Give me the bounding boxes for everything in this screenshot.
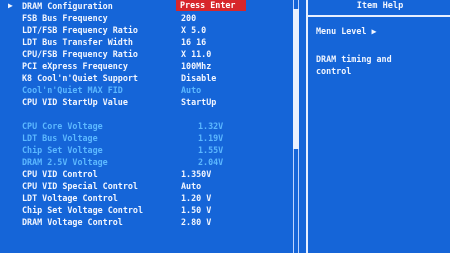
setting-label: Chip Set Voltage Control (22, 205, 144, 215)
setting-label: DRAM Configuration (22, 1, 113, 11)
setting-value[interactable]: 2.80 V (181, 216, 211, 228)
settings-list: ▶ DRAM Configuration Press Enter FSB Bus… (0, 0, 296, 253)
scrollbar-thumb[interactable] (293, 9, 299, 149)
readout-label: DRAM 2.5V Voltage (22, 157, 108, 167)
setting-value[interactable]: Auto (181, 180, 201, 192)
setting-label: Cool'n'Quiet MAX FID (22, 85, 123, 95)
setting-label: LDT Bus Transfer Width (22, 37, 133, 47)
setting-label: LDT/FSB Frequency Ratio (22, 25, 138, 35)
readout-label: CPU Core Voltage (22, 121, 103, 131)
item-help-title: Item Help (308, 0, 450, 17)
setting-label: LDT Voltage Control (22, 193, 118, 203)
readout-label: LDT Bus Voltage (22, 133, 98, 143)
setting-label: CPU/FSB Frequency Ratio (22, 49, 138, 59)
setting-value[interactable]: 1.20 V (181, 192, 211, 204)
setting-value[interactable]: X 11.0 (181, 48, 211, 60)
setting-label: DRAM Voltage Control (22, 217, 123, 227)
menu-level-text: Menu Level ▶ (316, 26, 377, 36)
setting-value[interactable]: 16 16 (181, 36, 206, 48)
readout-value: 2.04V (198, 157, 224, 167)
setting-value[interactable]: Disable (181, 72, 216, 84)
submenu-arrow-icon: ▶ (8, 1, 13, 10)
setting-value-highlighted[interactable]: Press Enter (176, 0, 246, 11)
setting-value: Auto (181, 85, 202, 95)
setting-label: FSB Bus Frequency (22, 13, 108, 23)
readout-value: 1.55V (198, 145, 224, 155)
setting-value[interactable]: 200 (181, 12, 196, 24)
readout-value: 1.19V (198, 133, 224, 143)
help-description-line1: DRAM timing and (316, 54, 392, 64)
setting-value[interactable]: 1.350V (181, 168, 211, 180)
setting-label: CPU VID StartUp Value (22, 97, 128, 107)
setting-value[interactable]: 100Mhz (181, 60, 211, 72)
setting-value[interactable]: X 5.0 (181, 24, 206, 36)
setting-label: CPU VID Control (22, 169, 98, 179)
readout-label: Chip Set Voltage (22, 145, 103, 155)
help-description-line2: control (316, 66, 352, 76)
setting-value[interactable]: 1.50 V (181, 204, 211, 216)
setting-value[interactable]: StartUp (181, 96, 216, 108)
setting-label: PCI eXpress Frequency (22, 61, 128, 71)
readout-value: 1.32V (198, 121, 224, 131)
item-help-panel: Item Help Menu Level ▶ DRAM timing and c… (306, 0, 450, 253)
setting-label: CPU VID Special Control (22, 181, 138, 191)
setting-label: K8 Cool'n'Quiet Support (22, 73, 138, 83)
